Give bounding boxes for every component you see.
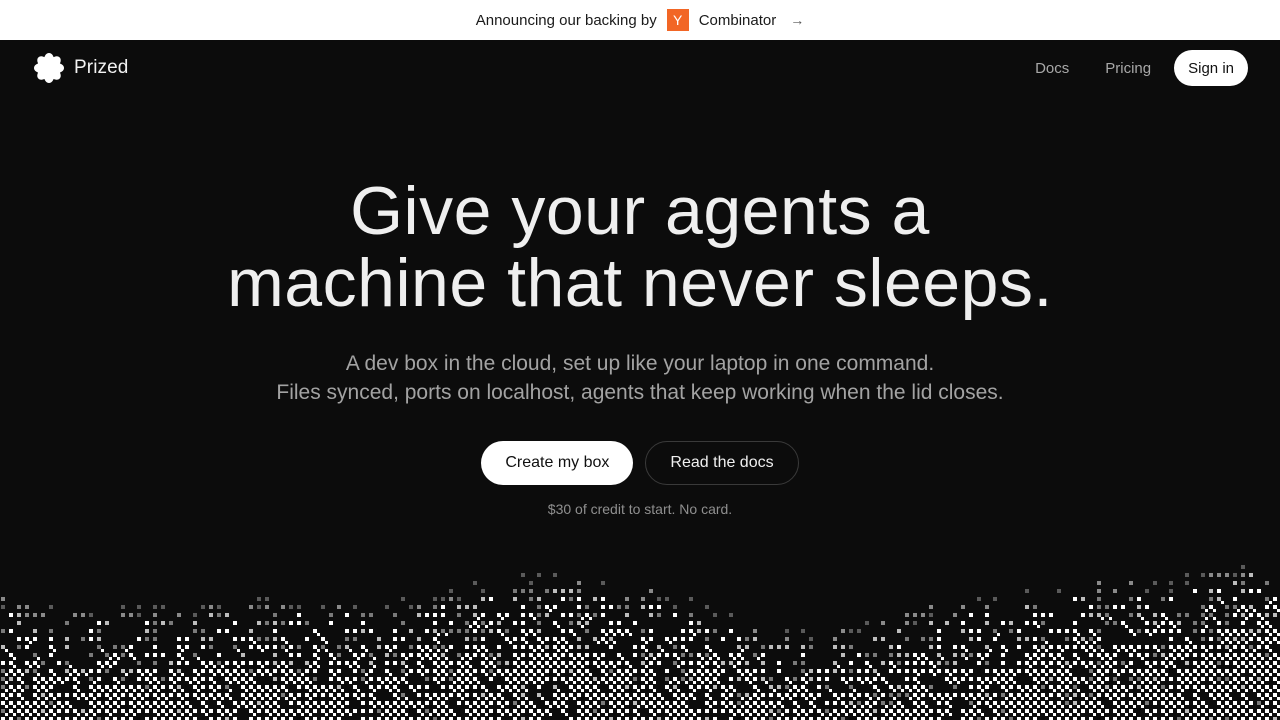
announcement-prefix: Announcing our backing by bbox=[475, 11, 657, 29]
hero-section: Give your agents a machine that never sl… bbox=[0, 175, 1280, 517]
credit-note: $30 of credit to start. No card. bbox=[547, 501, 733, 517]
top-nav: Prized Docs Pricing Sign in bbox=[0, 40, 1280, 96]
nav-link-pricing[interactable]: Pricing bbox=[1087, 52, 1169, 85]
subheadline-line-1: A dev box in the cloud, set up like your… bbox=[345, 352, 935, 375]
brand-name: Prized bbox=[74, 57, 129, 78]
pixel-dither-decoration bbox=[1, 565, 1280, 720]
headline-line-2: machine that never sleeps. bbox=[227, 245, 1053, 321]
asterisk-flower-icon bbox=[34, 53, 64, 83]
brand-link[interactable]: Prized bbox=[34, 53, 128, 83]
headline-line-1: Give your agents a bbox=[350, 173, 930, 249]
subheadline-line-2: Files synced, ports on localhost, agents… bbox=[276, 381, 1004, 404]
announcement-bar[interactable]: Announcing our backing by Y Combinator → bbox=[0, 0, 1280, 40]
sign-in-button[interactable]: Sign in bbox=[1174, 50, 1248, 86]
announcement-suffix: Combinator bbox=[698, 11, 777, 29]
hero-headline: Give your agents a machine that never sl… bbox=[0, 175, 1280, 319]
arrow-right-icon: → bbox=[790, 12, 805, 28]
hero-subheadline: A dev box in the cloud, set up like your… bbox=[0, 349, 1280, 407]
read-docs-button[interactable]: Read the docs bbox=[645, 441, 799, 485]
cta-row: Create my box Read the docs bbox=[0, 441, 1280, 485]
y-combinator-logo-icon: Y bbox=[666, 9, 689, 31]
nav-link-docs[interactable]: Docs bbox=[1017, 52, 1087, 85]
nav-links: Docs Pricing Sign in bbox=[1017, 50, 1248, 86]
create-box-button[interactable]: Create my box bbox=[481, 441, 634, 485]
